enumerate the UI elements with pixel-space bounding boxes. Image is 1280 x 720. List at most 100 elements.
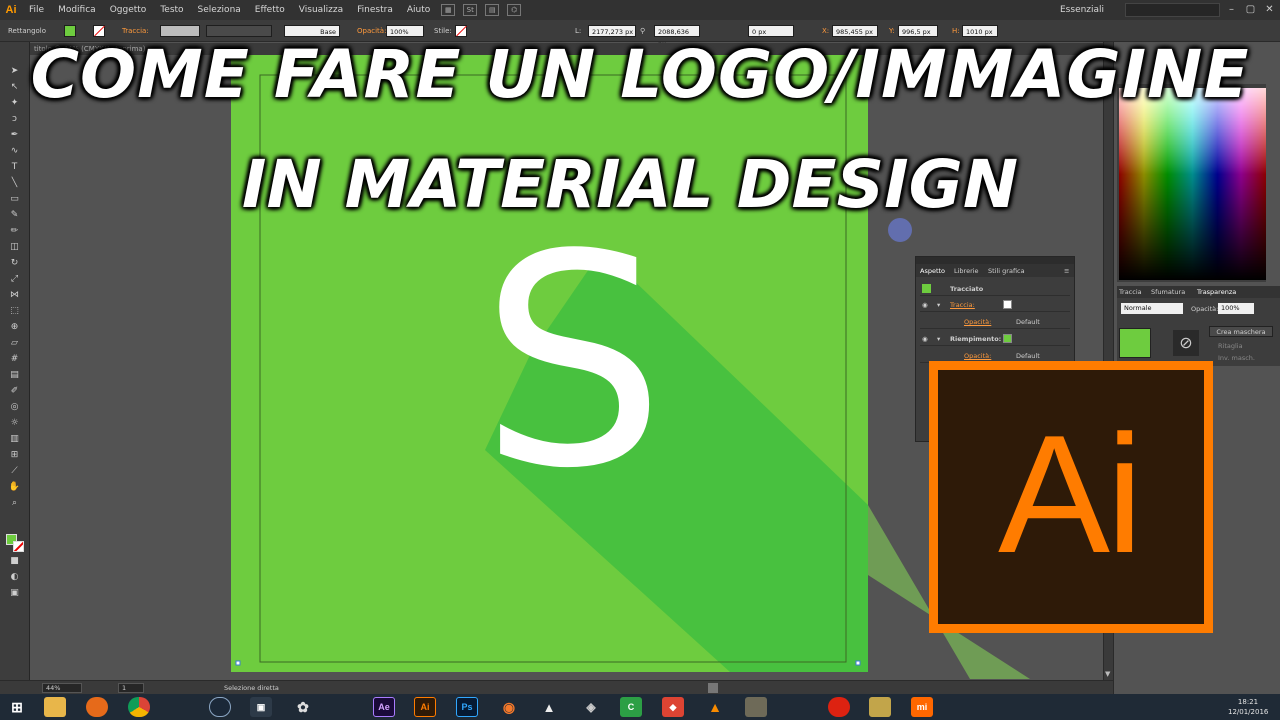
selection-handle-br[interactable] [855, 660, 861, 666]
menu-testo[interactable]: Testo [153, 0, 190, 20]
eraser-tool-icon[interactable]: ◫ [8, 242, 21, 253]
after-effects-icon[interactable]: Ae [373, 697, 395, 717]
menu-visualizza[interactable]: Visualizza [292, 0, 350, 20]
gradient-tool-icon[interactable]: ▤ [8, 370, 21, 381]
bridge-icon[interactable]: ▦ [441, 4, 456, 16]
system-clock[interactable]: 18:21 12/01/2016 [1228, 697, 1268, 717]
cs-go-icon[interactable]: ◆ [662, 697, 684, 717]
screen-mode-icon[interactable]: ▣ [8, 588, 21, 599]
fill-green-swatch[interactable] [1003, 334, 1012, 343]
xiaomi-icon[interactable]: mi [911, 697, 933, 717]
width-tool-icon[interactable]: ⋈ [8, 290, 21, 301]
appearance-object-row[interactable]: Tracciato [920, 281, 1070, 296]
mesh-tool-icon[interactable]: # [8, 354, 21, 365]
menu-seleziona[interactable]: Seleziona [191, 0, 248, 20]
appearance-opacity-row[interactable]: Opacità: Default [920, 314, 1070, 329]
record-icon[interactable] [828, 697, 850, 717]
invert-mask-checkbox[interactable]: Inv. masch. [1218, 354, 1255, 362]
tab-stili-grafica[interactable]: Stili grafica [988, 267, 1025, 275]
steam-icon[interactable] [209, 697, 231, 717]
tab-aspetto[interactable]: Aspetto [920, 267, 945, 275]
make-mask-button[interactable]: Crea maschera [1209, 326, 1273, 337]
appearance-stroke-label[interactable]: Traccia: [950, 301, 975, 309]
stroke-none-swatch[interactable] [1003, 300, 1012, 309]
workspace-switcher[interactable]: Essenziali [1060, 0, 1104, 20]
filezilla-icon[interactable] [869, 697, 891, 717]
blend-tool-icon[interactable]: ◎ [8, 402, 21, 413]
scale-tool-icon[interactable]: ⤢ [8, 274, 21, 285]
gpu-icon[interactable]: ⌬ [507, 4, 522, 16]
media-player-icon[interactable]: ▣ [250, 697, 272, 717]
minimize-icon[interactable]: – [1222, 0, 1241, 20]
visibility-eye-icon-2[interactable]: ◉ [922, 335, 928, 343]
arrange-documents-icon[interactable]: ▤ [485, 4, 500, 16]
file-explorer-icon[interactable] [44, 697, 66, 717]
menu-modifica[interactable]: Modifica [51, 0, 103, 20]
panel-menu-icon[interactable]: ≡ [1064, 267, 1069, 275]
selection-handle-bl[interactable] [235, 660, 241, 666]
windows-start-icon[interactable]: ⊞ [6, 697, 28, 717]
inkscape-icon[interactable]: ▲ [538, 697, 560, 717]
transparency-opacity-field[interactable]: 100% [1218, 303, 1254, 314]
draw-mode-icon[interactable]: ◐ [8, 572, 21, 583]
pencil-tool-icon[interactable]: ✏ [8, 226, 21, 237]
expand-triangle-icon-2[interactable]: ▾ [937, 335, 940, 343]
menu-finestra[interactable]: Finestra [350, 0, 400, 20]
no-mask-icon[interactable]: ⊘ [1173, 330, 1199, 356]
horizontal-scroll-thumb[interactable] [708, 683, 718, 693]
artboard-tool-icon[interactable]: ⊞ [8, 450, 21, 461]
pen-tool-icon[interactable]: ✒ [8, 130, 21, 141]
vlc-icon[interactable]: ▲ [704, 697, 726, 717]
symbol-sprayer-tool-icon[interactable]: ☼ [8, 418, 21, 429]
color-mode-icon[interactable]: ■ [8, 556, 21, 567]
appearance-fill-row[interactable]: ◉ ▾ Riempimento: [920, 331, 1070, 346]
panel-grip[interactable] [916, 257, 1074, 264]
close-icon[interactable]: ✕ [1260, 0, 1279, 20]
appearance-fill-label[interactable]: Riempimento: [950, 335, 1001, 343]
tab-sfumatura[interactable]: Sfumatura [1151, 288, 1185, 296]
appearance-opacity-label[interactable]: Opacità: [964, 318, 991, 326]
davinci-icon[interactable]: ✿ [292, 697, 314, 717]
stroke-color-swatch[interactable] [13, 541, 24, 552]
shape-builder-tool-icon[interactable]: ⊕ [8, 322, 21, 333]
rotate-tool-icon[interactable]: ↻ [8, 258, 21, 269]
hand-tool-icon[interactable]: ✋ [8, 482, 21, 493]
maximize-icon[interactable]: ▢ [1241, 0, 1260, 20]
blend-mode-select[interactable]: Normale [1121, 303, 1183, 314]
free-transform-tool-icon[interactable]: ⬚ [8, 306, 21, 317]
firefox-icon[interactable] [86, 697, 108, 717]
help-search-input[interactable] [1125, 3, 1220, 17]
slice-tool-icon[interactable]: ⟋ [8, 466, 21, 477]
camtasia-icon[interactable]: C [620, 697, 642, 717]
graph-tool-icon[interactable]: ▥ [8, 434, 21, 445]
gimp-icon[interactable] [745, 697, 767, 717]
appearance-opacity-label-2[interactable]: Opacità: [964, 352, 991, 360]
zoom-tool-icon[interactable]: ⌕ [8, 498, 21, 509]
chrome-icon[interactable] [128, 697, 150, 717]
tab-traccia[interactable]: Traccia [1119, 288, 1142, 296]
page-field[interactable]: 1 [118, 683, 144, 693]
blender-icon[interactable]: ◉ [498, 697, 520, 717]
zoom-value: 44% [46, 684, 61, 692]
menu-oggetto[interactable]: Oggetto [103, 0, 154, 20]
object-thumbnail[interactable] [1119, 328, 1151, 358]
lasso-tool-icon[interactable]: ↄ [8, 114, 21, 125]
tab-trasparenza[interactable]: Trasparenza [1197, 288, 1236, 296]
unity-icon[interactable]: ◈ [580, 697, 602, 717]
stock-icon[interactable]: St [463, 4, 478, 16]
zoom-field[interactable]: 44% [42, 683, 82, 693]
menu-file[interactable]: File [22, 0, 51, 20]
tab-librerie[interactable]: Librerie [954, 267, 979, 275]
menu-aiuto[interactable]: Aiuto [400, 0, 437, 20]
eyedropper-tool-icon[interactable]: ✐ [8, 386, 21, 397]
appearance-stroke-row[interactable]: ◉ ▾ Traccia: [920, 297, 1070, 312]
menu-effetto[interactable]: Effetto [248, 0, 292, 20]
expand-triangle-icon[interactable]: ▾ [937, 301, 940, 309]
artwork-letter[interactable]: S [480, 192, 665, 532]
scroll-down-icon[interactable]: ▼ [1105, 670, 1110, 678]
clip-checkbox[interactable]: Ritaglia [1218, 342, 1243, 350]
photoshop-icon[interactable]: Ps [456, 697, 478, 717]
perspective-tool-icon[interactable]: ▱ [8, 338, 21, 349]
visibility-eye-icon[interactable]: ◉ [922, 301, 928, 309]
illustrator-taskbar-icon[interactable]: Ai [414, 697, 436, 717]
